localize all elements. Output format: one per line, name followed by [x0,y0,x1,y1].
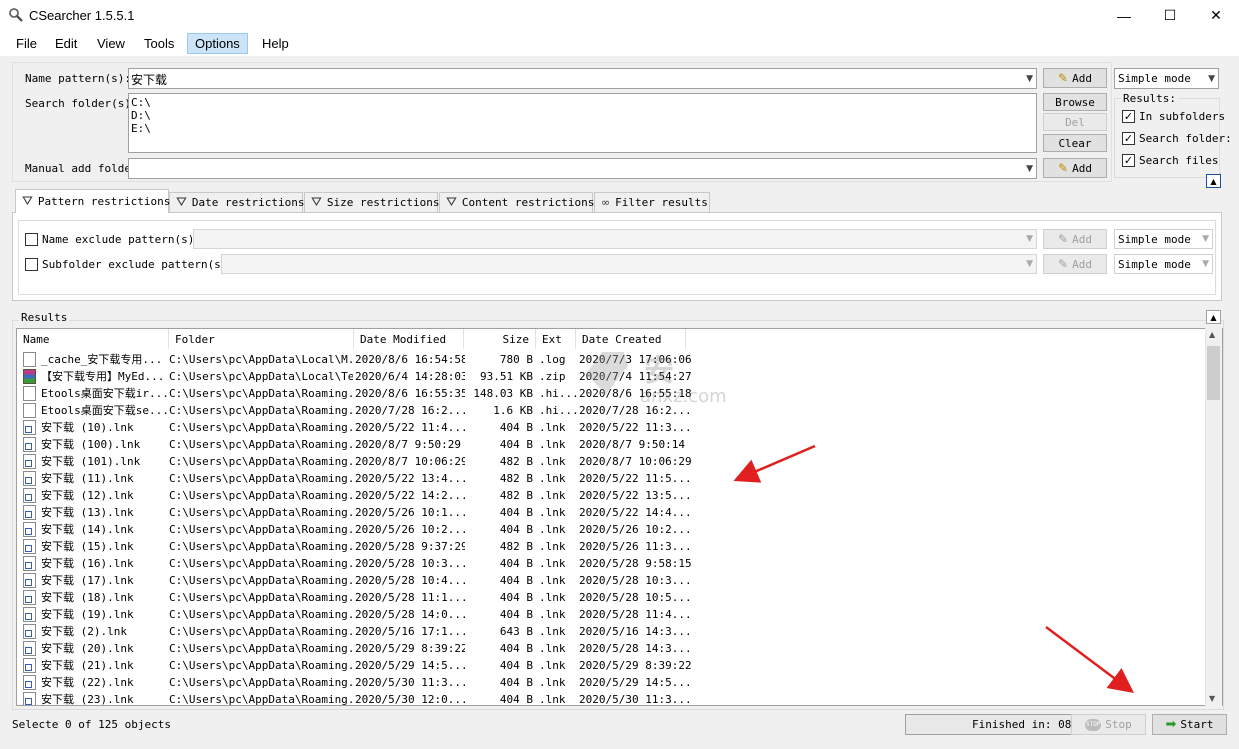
stop-button[interactable]: STOP Stop [1071,714,1146,735]
start-button[interactable]: ➡ Start [1152,714,1227,735]
red-arrow-start [1045,626,1134,693]
funnel-icon: ⛛ [22,194,33,209]
annotation-arrows [733,444,1134,693]
tab-pattern-restrictions[interactable]: ⛛ Pattern restrictions [15,189,171,213]
start-label: Start [1180,718,1214,731]
arrow-right-icon: ➡ [1165,717,1177,732]
stop-label: Stop [1105,718,1132,731]
red-arrow-results [733,444,816,483]
stop-icon: STOP [1085,718,1102,731]
tab-label: Pattern restrictions [37,195,171,208]
selection-status: Selecte 0 of 125 objects [12,718,171,731]
